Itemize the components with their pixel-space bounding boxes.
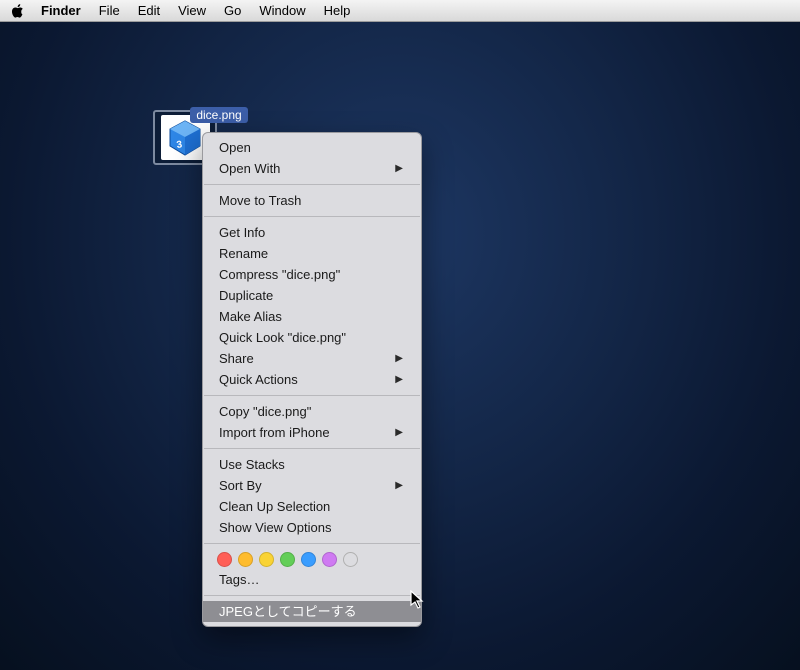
menu-separator xyxy=(204,184,420,185)
menu-item-sort-by[interactable]: Sort By ▶ xyxy=(203,475,421,496)
menu-item-rename[interactable]: Rename xyxy=(203,243,421,264)
menu-item-label: JPEGとしてコピーする xyxy=(219,602,357,621)
menu-item-label: Quick Actions xyxy=(219,370,298,389)
tag-green-icon[interactable] xyxy=(280,552,295,567)
menu-item-label: Sort By xyxy=(219,476,262,495)
submenu-arrow-icon: ▶ xyxy=(395,423,403,442)
menu-item-use-stacks[interactable]: Use Stacks xyxy=(203,454,421,475)
menu-item-label: Rename xyxy=(219,244,268,263)
menu-item-make-alias[interactable]: Make Alias xyxy=(203,306,421,327)
menu-item-label: Tags… xyxy=(219,570,259,589)
menu-separator xyxy=(204,395,420,396)
menubar[interactable]: Finder File Edit View Go Window Help xyxy=(0,0,800,22)
menubar-item-help[interactable]: Help xyxy=(315,0,360,22)
menu-item-open-with[interactable]: Open With ▶ xyxy=(203,158,421,179)
submenu-arrow-icon: ▶ xyxy=(395,370,403,389)
apple-menu-icon[interactable] xyxy=(8,4,26,18)
menu-item-get-info[interactable]: Get Info xyxy=(203,222,421,243)
menu-item-label: Make Alias xyxy=(219,307,282,326)
menu-item-move-to-trash[interactable]: Move to Trash xyxy=(203,190,421,211)
tag-red-icon[interactable] xyxy=(217,552,232,567)
menu-item-share[interactable]: Share ▶ xyxy=(203,348,421,369)
menu-item-import-from-iphone[interactable]: Import from iPhone ▶ xyxy=(203,422,421,443)
menu-item-label: Duplicate xyxy=(219,286,273,305)
menu-item-tags[interactable]: Tags… xyxy=(203,569,421,590)
menu-item-label: Use Stacks xyxy=(219,455,285,474)
menu-item-label: Share xyxy=(219,349,254,368)
menu-item-label: Copy "dice.png" xyxy=(219,402,311,421)
menubar-item-edit[interactable]: Edit xyxy=(129,0,169,22)
file-label: dice.png xyxy=(190,107,247,123)
menu-separator xyxy=(204,595,420,596)
tag-none-icon[interactable] xyxy=(343,552,358,567)
context-menu: Open Open With ▶ Move to Trash Get Info … xyxy=(202,132,422,627)
menubar-item-view[interactable]: View xyxy=(169,0,215,22)
tag-yellow-icon[interactable] xyxy=(259,552,274,567)
menu-item-label: Open With xyxy=(219,159,280,178)
menu-item-quick-look[interactable]: Quick Look "dice.png" xyxy=(203,327,421,348)
tag-purple-icon[interactable] xyxy=(322,552,337,567)
menu-item-label: Show View Options xyxy=(219,518,332,537)
menu-separator xyxy=(204,543,420,544)
menu-separator xyxy=(204,216,420,217)
menu-item-copy[interactable]: Copy "dice.png" xyxy=(203,401,421,422)
menu-separator xyxy=(204,448,420,449)
submenu-arrow-icon: ▶ xyxy=(395,159,403,178)
menu-item-open[interactable]: Open xyxy=(203,137,421,158)
menu-item-show-view-options[interactable]: Show View Options xyxy=(203,517,421,538)
menubar-item-file[interactable]: File xyxy=(90,0,129,22)
tag-blue-icon[interactable] xyxy=(301,552,316,567)
menu-item-label: Import from iPhone xyxy=(219,423,330,442)
menu-item-clean-up-selection[interactable]: Clean Up Selection xyxy=(203,496,421,517)
menu-item-label: Compress "dice.png" xyxy=(219,265,340,284)
submenu-arrow-icon: ▶ xyxy=(395,349,403,368)
menu-item-label: Move to Trash xyxy=(219,191,301,210)
menu-item-quick-actions[interactable]: Quick Actions ▶ xyxy=(203,369,421,390)
menubar-app-name[interactable]: Finder xyxy=(32,0,90,22)
menu-item-copy-as-jpeg[interactable]: JPEGとしてコピーする xyxy=(203,601,421,622)
tag-orange-icon[interactable] xyxy=(238,552,253,567)
menu-item-label: Clean Up Selection xyxy=(219,497,330,516)
menu-item-label: Get Info xyxy=(219,223,265,242)
menubar-item-window[interactable]: Window xyxy=(250,0,314,22)
menu-item-compress[interactable]: Compress "dice.png" xyxy=(203,264,421,285)
tag-color-row xyxy=(203,549,421,569)
submenu-arrow-icon: ▶ xyxy=(395,476,403,495)
menubar-item-go[interactable]: Go xyxy=(215,0,250,22)
menu-item-label: Quick Look "dice.png" xyxy=(219,328,346,347)
menu-item-label: Open xyxy=(219,138,251,157)
menu-item-duplicate[interactable]: Duplicate xyxy=(203,285,421,306)
